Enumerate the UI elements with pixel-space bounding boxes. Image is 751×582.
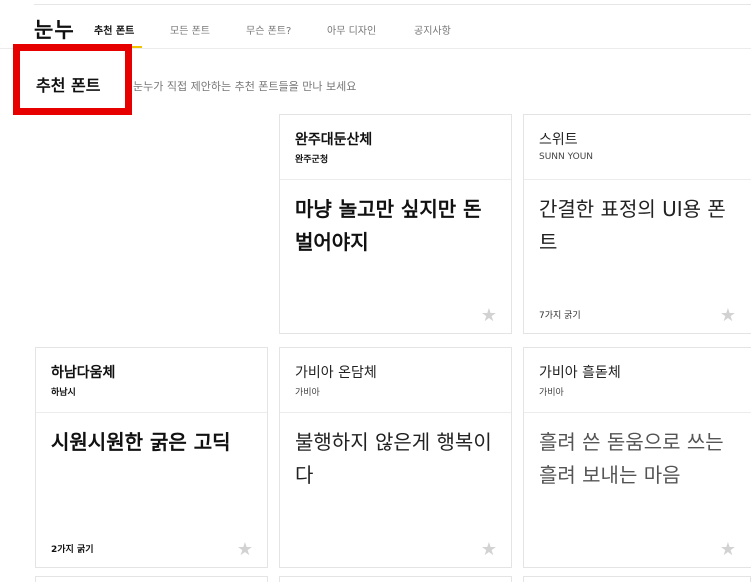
nav-item-notices[interactable]: 공지사항 [414, 22, 451, 37]
nav-item-all-fonts[interactable]: 모든 폰트 [170, 22, 210, 37]
font-maker: 가비아 [539, 388, 564, 398]
font-weight-count: 7가지 굵기 [539, 311, 581, 321]
font-card-sweet[interactable]: 스위트 SUNN YOUN 간결한 표정의 UI용 폰트 7가지 굵기 ★ [523, 114, 751, 334]
highlight-annotation-box [13, 44, 132, 115]
font-card-gabia-ondam[interactable]: 가비아 온담체 가비아 불행하지 않은게 행복이다 ★ [279, 347, 512, 568]
font-name: 완주대둔산체 [295, 132, 373, 148]
font-maker: SUNN YOUN [539, 152, 594, 162]
font-card-partial[interactable] [523, 576, 751, 582]
card-header: 가비아 흘돋체 가비아 [524, 348, 751, 413]
font-card-hanam-daum[interactable]: 하남다움체 하남시 시원시원한 굵은 고딕 2가지 굵기 ★ [35, 347, 268, 568]
font-card-wanju-daedunsan[interactable]: 완주대둔산체 완주군청 마냥 놀고만 싶지만 돈벌어야지 ★ [279, 114, 512, 334]
nav-item-what-font[interactable]: 무슨 폰트? [246, 22, 291, 37]
card-header: 가비아 온담체 가비아 [280, 348, 511, 413]
font-sample-text: 간결한 표정의 UI용 폰트 [539, 197, 726, 254]
card-header: 스위트 SUNN YOUN [524, 115, 751, 180]
font-name: 가비아 온담체 [295, 365, 377, 381]
nav-item-any-design[interactable]: 아무 디자인 [327, 22, 376, 37]
font-sample-text: 불행하지 않은게 행복이다 [295, 430, 492, 487]
font-name: 하남다움체 [51, 365, 116, 381]
star-icon[interactable]: ★ [720, 307, 736, 325]
font-name: 스위트 [539, 132, 578, 148]
font-card-partial[interactable] [279, 576, 512, 582]
card-header: 하남다움체 하남시 [36, 348, 267, 413]
page-description: 눈누가 직접 제안하는 추천 폰트들을 만나 보세요 [133, 80, 357, 93]
font-maker: 하남시 [51, 388, 76, 398]
font-maker: 완주군청 [295, 155, 329, 165]
nav-item-recommended[interactable]: 추천 폰트 [94, 22, 134, 37]
font-sample-text: 시원시원한 굵은 고딕 [51, 430, 231, 454]
font-name: 가비아 흘돋체 [539, 365, 621, 381]
font-sample-text: 마냥 놀고만 싶지만 돈벌어야지 [295, 197, 482, 254]
site-logo[interactable]: 눈누 [34, 14, 75, 44]
font-sample-text: 흘려 쓴 돋움으로 쓰는 흘려 보내는 마음 [539, 430, 724, 487]
star-icon[interactable]: ★ [237, 541, 253, 559]
star-icon[interactable]: ★ [481, 307, 497, 325]
top-navbar: 눈누 추천 폰트 모든 폰트 무슨 폰트? 아무 디자인 공지사항 [0, 0, 751, 49]
font-card-gabia-heuldot[interactable]: 가비아 흘돋체 가비아 흘려 쓴 돋움으로 쓰는 흘려 보내는 마음 ★ [523, 347, 751, 568]
star-icon[interactable]: ★ [720, 541, 736, 559]
card-header: 완주대둔산체 완주군청 [280, 115, 511, 180]
font-card-partial[interactable] [35, 576, 268, 582]
font-maker: 가비아 [295, 388, 320, 398]
font-weight-count: 2가지 굵기 [51, 545, 94, 555]
star-icon[interactable]: ★ [481, 541, 497, 559]
